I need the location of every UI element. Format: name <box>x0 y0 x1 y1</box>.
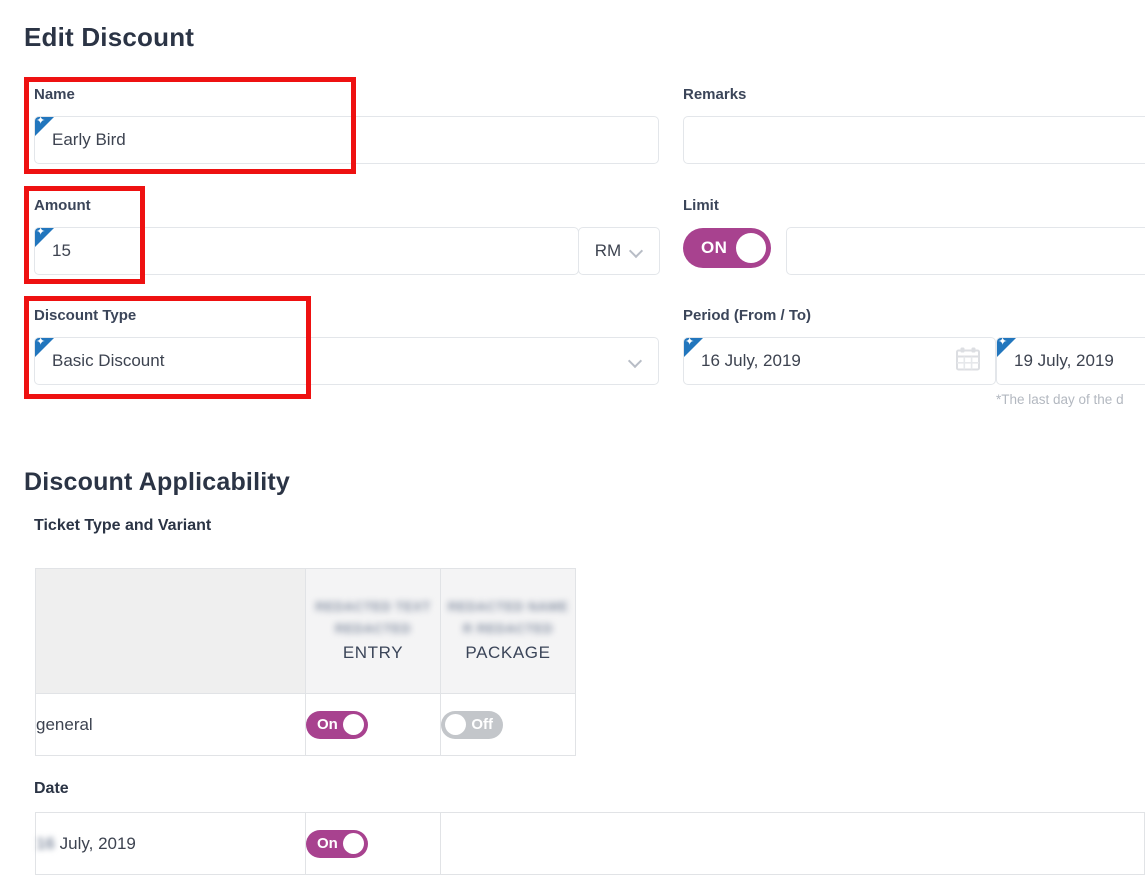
period-hint: *The last day of the d <box>996 392 1124 407</box>
date-toggle[interactable]: On <box>306 829 368 858</box>
table-row: general On Off <box>35 693 1145 756</box>
entry-blurred-line-1: REDACTED TEXT <box>315 599 431 614</box>
entry-toggle-label: On <box>317 716 338 733</box>
amount-input-value: 15 <box>52 241 71 260</box>
row-package-toggle-cell[interactable]: Off <box>440 693 576 756</box>
table-header-entry: REDACTED TEXT REDACTED ENTRY <box>305 568 441 694</box>
package-toggle[interactable]: Off <box>441 710 503 739</box>
name-input-value: Early Bird <box>52 130 126 149</box>
date-row-spacer <box>440 812 1145 875</box>
period-to-value: 19 July, 2019 <box>1014 351 1114 370</box>
period-from-input[interactable]: ✦ 16 July, 2019 <box>683 337 996 385</box>
limit-toggle-label: ON <box>701 238 728 257</box>
ticket-type-variant-title: Ticket Type and Variant <box>34 517 212 534</box>
chevron-down-icon <box>630 245 643 258</box>
date-section-title: Date <box>34 780 69 797</box>
package-blurred-line-1: REDACTED NAME <box>447 599 569 614</box>
entry-column-label: ENTRY <box>342 643 404 662</box>
date-row-label-text: July, 2019 <box>59 833 136 853</box>
edit-discount-page: Edit Discount Name ✦ Early Bird Amount ✦… <box>0 0 1145 891</box>
date-table: 16 July, 2019 On <box>35 812 1145 875</box>
discount-type-label: Discount Type <box>34 307 137 324</box>
date-blurred-prefix: 16 <box>36 833 55 853</box>
toggle-knob <box>445 714 466 735</box>
name-label: Name <box>34 86 75 103</box>
toggle-knob <box>343 833 364 854</box>
limit-value-input[interactable] <box>786 227 1145 275</box>
package-column-label: PACKAGE <box>465 643 551 662</box>
table-header-row: REDACTED TEXT REDACTED ENTRY REDACTED NA… <box>35 568 1145 694</box>
row-entry-toggle-cell[interactable]: On <box>305 693 441 756</box>
entry-toggle[interactable]: On <box>306 710 368 739</box>
entry-blurred-line-2: REDACTED <box>334 621 412 636</box>
remarks-label: Remarks <box>683 86 747 103</box>
date-toggle-cell[interactable]: On <box>305 812 441 875</box>
remarks-input[interactable] <box>683 116 1145 164</box>
calendar-icon <box>955 346 981 376</box>
date-toggle-label: On <box>317 835 338 852</box>
table-header-package: REDACTED NAME R REDACTED PACKAGE <box>440 568 576 694</box>
toggle-knob <box>343 714 364 735</box>
table-row-spacer <box>575 693 1145 756</box>
period-from-value: 16 July, 2019 <box>701 351 801 370</box>
table-header-blank <box>35 568 306 694</box>
period-to-input[interactable]: ✦ 19 July, 2019 <box>996 337 1145 385</box>
period-label: Period (From / To) <box>683 307 812 324</box>
discount-type-value: Basic Discount <box>52 351 165 370</box>
table-row: 16 July, 2019 On <box>35 812 1145 875</box>
date-row-label: 16 July, 2019 <box>35 812 306 875</box>
package-blurred-line-2: R REDACTED <box>462 621 554 636</box>
discount-type-select[interactable]: ✦ Basic Discount <box>34 337 659 385</box>
page-title: Edit Discount <box>24 22 195 52</box>
name-input[interactable]: ✦ Early Bird <box>34 116 659 164</box>
currency-select[interactable]: RM <box>578 227 660 275</box>
ticket-type-variant-table: REDACTED TEXT REDACTED ENTRY REDACTED NA… <box>35 568 1145 756</box>
discount-applicability-title: Discount Applicability <box>24 468 290 496</box>
package-toggle-label: Off <box>471 716 493 733</box>
row-label-general: general <box>35 693 306 756</box>
table-header-spacer <box>575 568 1145 694</box>
amount-input[interactable]: ✦ 15 <box>34 227 579 275</box>
currency-value: RM <box>594 241 622 260</box>
chevron-down-icon <box>629 355 642 368</box>
limit-label: Limit <box>683 197 719 214</box>
limit-toggle[interactable]: ON <box>683 228 771 268</box>
toggle-knob <box>736 233 766 263</box>
amount-label: Amount <box>34 197 91 214</box>
